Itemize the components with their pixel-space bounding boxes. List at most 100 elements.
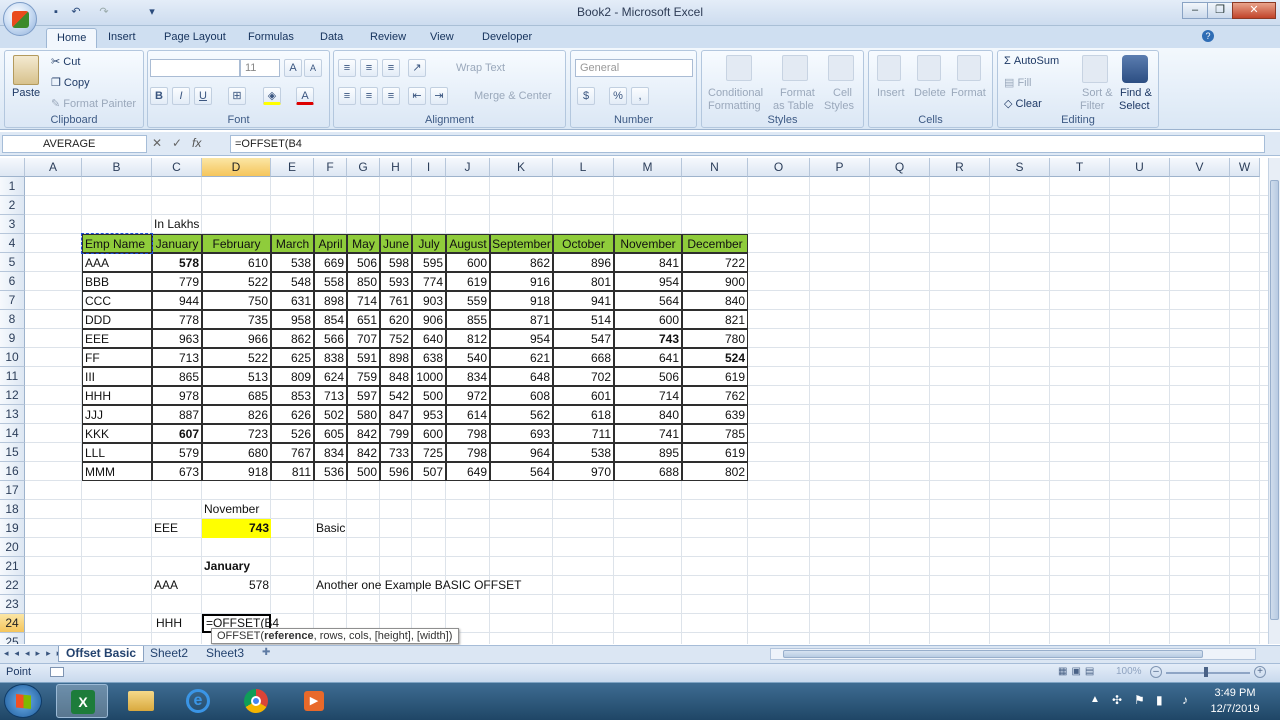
insert-function-icon[interactable]: fx: [192, 136, 201, 150]
align-right-icon[interactable]: ≡: [382, 87, 400, 105]
sheet-tab-sheet3[interactable]: Sheet3: [199, 646, 251, 662]
table-data-cell[interactable]: 648: [490, 367, 553, 386]
table-data-cell[interactable]: 847: [380, 405, 412, 424]
find-select-button[interactable]: Find &: [1120, 87, 1152, 99]
table-data-cell[interactable]: 607: [152, 424, 202, 443]
tab-view[interactable]: View: [420, 28, 464, 48]
table-data-cell[interactable]: 761: [380, 291, 412, 310]
taskbar-ie[interactable]: e: [172, 684, 224, 718]
table-data-cell[interactable]: 559: [446, 291, 490, 310]
table-data-cell[interactable]: JJJ: [82, 405, 152, 424]
decrease-indent-icon[interactable]: ⇤: [408, 87, 426, 105]
table-data-cell[interactable]: 707: [347, 329, 380, 348]
row-header-17[interactable]: 17: [0, 481, 25, 500]
table-data-cell[interactable]: 608: [490, 386, 553, 405]
column-header-q[interactable]: Q: [870, 158, 930, 177]
table-data-cell[interactable]: 688: [614, 462, 682, 481]
row-header-9[interactable]: 9: [0, 329, 25, 348]
table-data-cell[interactable]: 778: [152, 310, 202, 329]
zoom-out-icon[interactable]: –: [1150, 666, 1162, 678]
tray-clock-time[interactable]: 3:49 PM: [1204, 687, 1266, 699]
insert-cells-button[interactable]: Insert: [877, 87, 905, 99]
table-data-cell[interactable]: 673: [152, 462, 202, 481]
column-header-n[interactable]: N: [682, 158, 748, 177]
column-header-a[interactable]: A: [25, 158, 82, 177]
paste-button[interactable]: Paste: [12, 87, 40, 99]
table-data-cell[interactable]: 619: [446, 272, 490, 291]
column-header-u[interactable]: U: [1110, 158, 1170, 177]
table-data-cell[interactable]: 862: [490, 253, 553, 272]
tray-network-icon[interactable]: ✣: [1112, 693, 1122, 707]
align-top-icon[interactable]: ≡: [338, 59, 356, 77]
tab-review[interactable]: Review: [360, 28, 416, 48]
table-data-cell[interactable]: 826: [202, 405, 271, 424]
table-data-cell[interactable]: 540: [446, 348, 490, 367]
column-header-b[interactable]: B: [82, 158, 152, 177]
row-header-3[interactable]: 3: [0, 215, 25, 234]
table-data-cell[interactable]: 522: [202, 272, 271, 291]
table-data-cell[interactable]: 743: [614, 329, 682, 348]
tray-clock-date[interactable]: 12/7/2019: [1204, 703, 1266, 715]
row-header-22[interactable]: 22: [0, 576, 25, 595]
table-data-cell[interactable]: 624: [314, 367, 347, 386]
table-data-cell[interactable]: 514: [553, 310, 614, 329]
table-data-cell[interactable]: 834: [314, 443, 347, 462]
table-header-cell[interactable]: November: [614, 234, 682, 253]
table-data-cell[interactable]: 862: [271, 329, 314, 348]
table-data-cell[interactable]: 953: [412, 405, 446, 424]
table-data-cell[interactable]: 598: [380, 253, 412, 272]
table-data-cell[interactable]: 601: [553, 386, 614, 405]
table-data-cell[interactable]: CCC: [82, 291, 152, 310]
close-button[interactable]: ✕: [1232, 2, 1276, 19]
table-data-cell[interactable]: 640: [412, 329, 446, 348]
table-data-cell[interactable]: 841: [614, 253, 682, 272]
example-label[interactable]: Another one Example BASIC OFFSET: [314, 576, 574, 595]
column-header-i[interactable]: I: [412, 158, 446, 177]
format-as-table-button[interactable]: Format: [780, 87, 815, 99]
column-header-p[interactable]: P: [810, 158, 870, 177]
align-center-icon[interactable]: ≡: [360, 87, 378, 105]
cell-styles-button[interactable]: Cell: [833, 87, 852, 99]
table-header-cell[interactable]: August: [446, 234, 490, 253]
table-data-cell[interactable]: 714: [347, 291, 380, 310]
table-data-cell[interactable]: LLL: [82, 443, 152, 462]
column-header-h[interactable]: H: [380, 158, 412, 177]
tray-signal-icon[interactable]: ▮: [1156, 693, 1163, 707]
table-data-cell[interactable]: 641: [614, 348, 682, 367]
office-button[interactable]: [3, 2, 37, 36]
table-data-cell[interactable]: 668: [553, 348, 614, 367]
table-data-cell[interactable]: 944: [152, 291, 202, 310]
row-header-10[interactable]: 10: [0, 348, 25, 367]
row-header-16[interactable]: 16: [0, 462, 25, 481]
tray-flag-icon[interactable]: ⚑: [1134, 693, 1145, 707]
column-header-k[interactable]: K: [490, 158, 553, 177]
tab-home[interactable]: Home: [46, 28, 98, 48]
table-data-cell[interactable]: 600: [614, 310, 682, 329]
zoom-in-icon[interactable]: +: [1254, 666, 1266, 678]
table-data-cell[interactable]: 801: [553, 272, 614, 291]
table-data-cell[interactable]: KKK: [82, 424, 152, 443]
table-data-cell[interactable]: 538: [553, 443, 614, 462]
sheet-tab-offset-basic[interactable]: Offset Basic: [58, 646, 145, 662]
table-data-cell[interactable]: 918: [490, 291, 553, 310]
column-header-t[interactable]: T: [1050, 158, 1110, 177]
table-data-cell[interactable]: 798: [446, 443, 490, 462]
table-data-cell[interactable]: 785: [682, 424, 748, 443]
table-data-cell[interactable]: 685: [202, 386, 271, 405]
enter-icon[interactable]: ✓: [172, 136, 182, 150]
november-label[interactable]: November: [202, 500, 282, 519]
table-data-cell[interactable]: 735: [202, 310, 271, 329]
row-header-7[interactable]: 7: [0, 291, 25, 310]
cancel-icon[interactable]: ✕: [152, 136, 162, 150]
table-data-cell[interactable]: 566: [314, 329, 347, 348]
table-data-cell[interactable]: 850: [347, 272, 380, 291]
table-data-cell[interactable]: 812: [446, 329, 490, 348]
table-data-cell[interactable]: 600: [446, 253, 490, 272]
column-header-d[interactable]: D: [202, 158, 271, 177]
tab-insert[interactable]: Insert: [98, 28, 146, 48]
table-data-cell[interactable]: 693: [490, 424, 553, 443]
increase-indent-icon[interactable]: ⇥: [430, 87, 448, 105]
table-data-cell[interactable]: 548: [271, 272, 314, 291]
align-bottom-icon[interactable]: ≡: [382, 59, 400, 77]
fill-button[interactable]: ▤ Fill: [1004, 76, 1032, 89]
